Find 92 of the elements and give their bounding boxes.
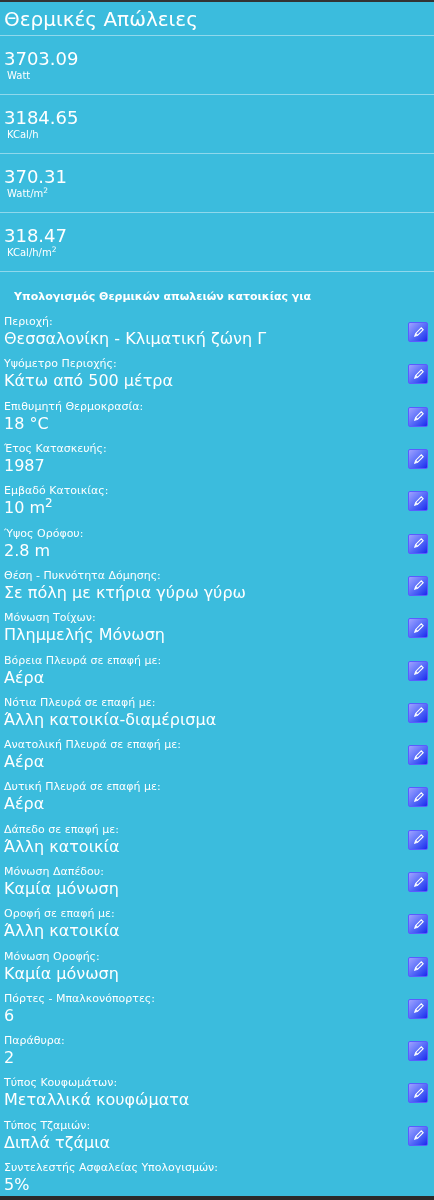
edit-button[interactable]	[408, 449, 428, 470]
field-label: Δυτική Πλευρά σε επαφή με:	[4, 780, 161, 795]
field-label: Περιοχή:	[4, 315, 54, 330]
edit-button[interactable]	[408, 364, 428, 385]
field-label: Ανατολική Πλευρά σε επαφή με:	[4, 738, 181, 753]
field-value: 6	[4, 1005, 16, 1026]
result-value: 370.31	[4, 166, 68, 187]
pencil-icon	[411, 410, 425, 424]
field-value: Διπλά τζάμια	[4, 1132, 111, 1153]
field-value: Άλλη κατοικία	[4, 836, 120, 857]
field-label: Νότια Πλευρά σε επαφή με:	[4, 695, 157, 710]
field-value: 2	[4, 1048, 16, 1069]
edit-button[interactable]	[408, 956, 428, 977]
field-value: Θεσσαλονίκη - Κλιματική ζώνη Γ	[4, 329, 267, 350]
field-label: Θέση - Πυκνότητα Δόμησης:	[4, 568, 162, 583]
field-label: Μόνωση Τοίχων:	[4, 611, 97, 626]
edit-button[interactable]	[408, 998, 428, 1019]
field-label: Μόνωση Δαπέδου:	[4, 865, 105, 879]
edit-button[interactable]	[408, 872, 428, 892]
pencil-icon	[411, 706, 425, 720]
pencil-icon	[411, 452, 425, 466]
result-value: 318.47	[4, 225, 68, 246]
field-label: Βόρεια Πλευρά σε επαφή με:	[4, 653, 162, 668]
result-unit: Watt	[6, 70, 32, 82]
field-value: Πλημμελής Μόνωση	[4, 625, 165, 646]
pencil-icon	[411, 1129, 425, 1143]
result-unit: Watt/m$^{2}$	[6, 188, 50, 200]
field-label: Έτος Κατασκευής:	[4, 442, 107, 457]
pencil-icon	[411, 367, 425, 381]
pencil-icon	[411, 1087, 425, 1100]
edit-button[interactable]	[408, 1083, 428, 1104]
edit-button[interactable]	[408, 829, 428, 850]
pencil-icon	[411, 579, 425, 593]
pencil-icon	[411, 790, 425, 804]
edit-button[interactable]	[408, 406, 428, 427]
edit-button[interactable]	[408, 575, 428, 596]
pencil-icon	[411, 875, 425, 889]
field-value: Μεταλλικά κουφώματα	[4, 1090, 190, 1111]
field-value: 2.8 m	[4, 540, 52, 561]
result-value: 3184.65	[4, 107, 80, 129]
field-value: Καμία μόνωση	[4, 879, 119, 899]
pencil-icon	[411, 917, 425, 931]
field-value: 1987	[4, 456, 46, 477]
field-label: Επιθυμητή Θερμοκρασία:	[4, 399, 144, 414]
field-value: Αέρα	[4, 667, 46, 688]
pencil-icon	[411, 621, 425, 635]
field-label: Πόρτες - Μπαλκονόπορτες:	[4, 991, 155, 1006]
edit-button[interactable]	[408, 1041, 428, 1062]
field-label: Τύπος Κουφωμάτων:	[4, 1076, 119, 1091]
edit-button[interactable]	[408, 702, 428, 723]
field-label: Τύπος Τζαμιών:	[4, 1118, 92, 1133]
pencil-icon	[411, 833, 425, 847]
field-label: Συντελεστής Ασφαλείας Υπολογισμών:	[4, 1161, 218, 1176]
pencil-icon	[411, 960, 425, 974]
field-value: Σε πόλη με κτήρια γύρω γύρω	[4, 582, 246, 603]
result-unit: KCal/h	[6, 129, 40, 141]
result-value: 3703.09	[4, 48, 80, 70]
edit-button[interactable]	[408, 322, 428, 343]
pencil-icon	[411, 1044, 425, 1058]
field-label: Υψόμετρο Περιοχής:	[4, 357, 118, 372]
edit-button[interactable]	[408, 618, 428, 639]
pencil-icon	[411, 494, 425, 508]
edit-button[interactable]	[408, 914, 428, 935]
field-value: Άλλη κατοικία	[4, 921, 120, 942]
pencil-icon	[411, 1002, 425, 1016]
field-value: Άλλη κατοικία-διαμέρισμα	[4, 709, 217, 730]
edit-button[interactable]	[408, 787, 428, 808]
edit-button[interactable]	[408, 491, 428, 512]
section-heading: Υπολογισμός Θερμικών απωλειών κατοικίας για	[14, 290, 312, 303]
edit-button[interactable]	[408, 1125, 428, 1146]
field-value: Κάτω από 500 μέτρα	[4, 371, 173, 392]
field-label: Εμβαδό Κατοικίας:	[4, 484, 109, 498]
field-value: Αέρα	[4, 794, 46, 815]
field-value: 10 m$^{2}$	[4, 498, 54, 519]
edit-button[interactable]	[408, 660, 428, 681]
edit-button[interactable]	[408, 533, 428, 554]
field-label: Παράθυρα:	[4, 1034, 65, 1049]
edit-button[interactable]	[408, 745, 428, 766]
pencil-icon	[411, 748, 425, 762]
page-title: Θερμικές Απώλειες	[4, 5, 198, 33]
field-label: Μόνωση Οροφής:	[4, 949, 101, 964]
pencil-icon	[411, 537, 425, 551]
field-value: 5%	[4, 1175, 31, 1196]
field-value: 18 °C	[4, 413, 50, 434]
field-label: Δάπεδο σε επαφή με:	[4, 822, 120, 837]
field-value: Καμία μόνωση	[4, 963, 119, 984]
pencil-icon	[411, 325, 425, 339]
result-unit: KCal/h/m$^{2}$	[6, 247, 58, 259]
field-label: Ύψος Ορόφου:	[4, 526, 84, 541]
field-value: Αέρα	[4, 752, 46, 773]
field-label: Οροφή σε επαφή με:	[4, 907, 116, 922]
pencil-icon	[411, 664, 425, 677]
